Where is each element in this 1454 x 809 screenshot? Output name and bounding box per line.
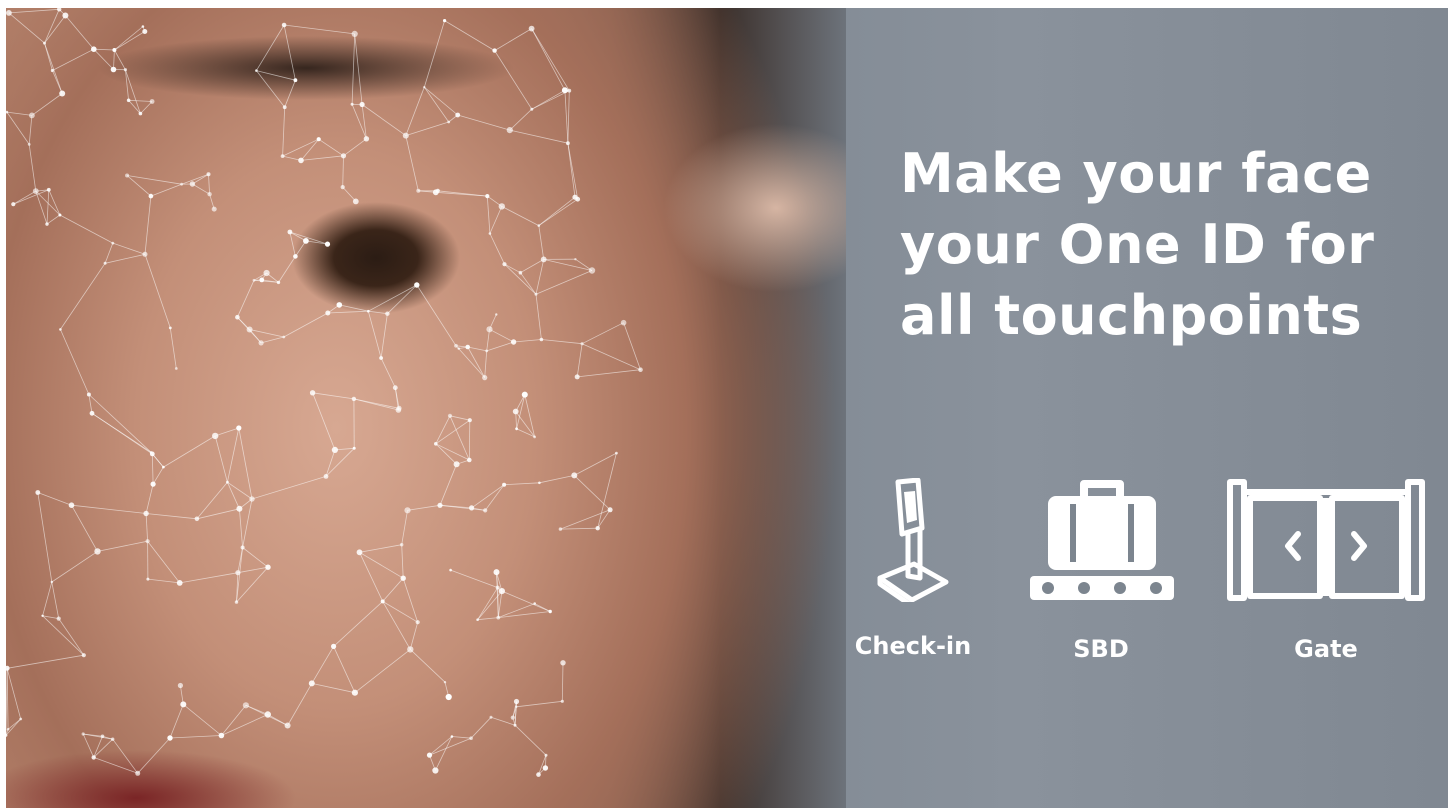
gate-icon [1227,479,1425,601]
headline: Make your face your One ID for all touch… [900,138,1374,351]
hero-banner: Make your face your One ID for all touch… [6,8,1448,808]
baggage-icon [1030,480,1174,600]
headline-line-2: your One ID for [900,213,1375,276]
touchpoint-label-sbd: SBD [1073,635,1129,663]
headline-line-3: all touchpoints [900,284,1363,347]
touchpoint-label-check-in: Check-in [854,632,972,660]
headline-line-1: Make your face [900,142,1372,205]
facial-mesh-overlay [6,8,643,777]
kiosk-icon [877,478,949,602]
touchpoint-label-gate: Gate [1294,635,1358,663]
